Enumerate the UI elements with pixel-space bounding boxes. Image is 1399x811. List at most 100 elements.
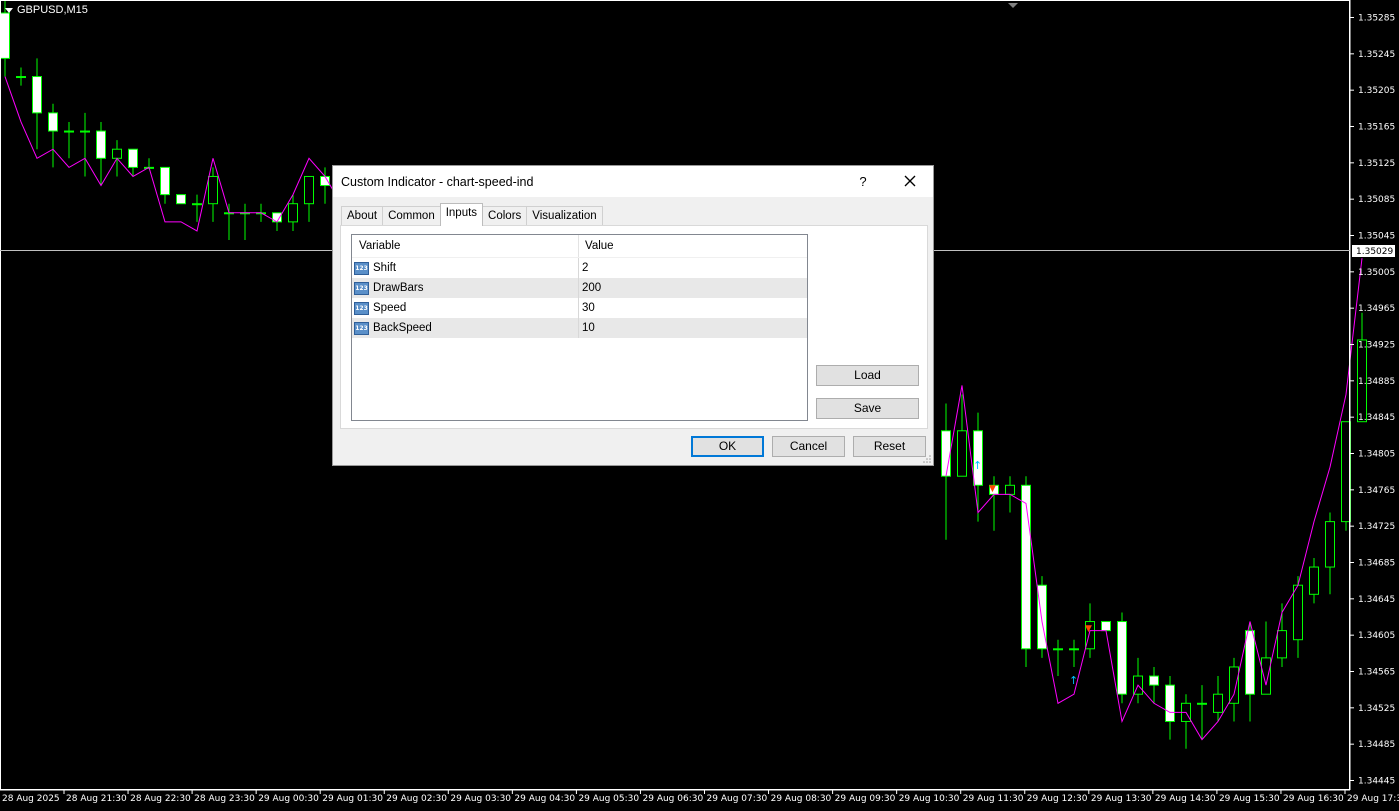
- price-tick-label: 1.35045: [1358, 232, 1395, 242]
- price-tick-label: 1.34765: [1358, 486, 1395, 496]
- tab-visualization[interactable]: Visualization: [526, 206, 603, 226]
- time-tick-label: 29 Aug 06:30: [643, 794, 704, 804]
- table-header: Variable Value: [352, 235, 807, 258]
- table-row[interactable]: 123 Shift 2: [352, 258, 807, 278]
- time-tick-label: 29 Aug 09:30: [835, 794, 896, 804]
- resize-grip-icon[interactable]: [923, 455, 931, 463]
- table-row[interactable]: 123 Speed 30: [352, 298, 807, 318]
- down-arrow-icon: ▼: [989, 484, 996, 494]
- candle-body: [1309, 566, 1319, 595]
- cancel-button[interactable]: Cancel: [772, 436, 845, 457]
- time-tick-label: 28 Aug 22:30: [130, 794, 191, 804]
- time-tick-label: 29 Aug 08:30: [771, 794, 832, 804]
- ok-button[interactable]: OK: [691, 436, 764, 457]
- time-tick-label: 29 Aug 02:30: [386, 794, 447, 804]
- candle-body: [1149, 675, 1159, 686]
- inputs-table: Variable Value 123 Shift 2 123 DrawBars 20…: [351, 234, 808, 421]
- candle-body: [96, 130, 106, 159]
- candle-body: [1245, 630, 1255, 695]
- candle-body: [1229, 666, 1239, 704]
- time-tick-label: 29 Aug 11:30: [963, 794, 1024, 804]
- load-button[interactable]: Load: [816, 365, 919, 386]
- variable-name: Shift: [373, 262, 397, 274]
- price-tick-label: 1.34885: [1358, 377, 1395, 387]
- price-tick-label: 1.35205: [1358, 86, 1395, 96]
- price-tick-label: 1.35285: [1358, 14, 1395, 24]
- time-tick-label: 29 Aug 14:30: [1155, 794, 1216, 804]
- tab-common[interactable]: Common: [382, 206, 441, 226]
- time-tick-label: 29 Aug 13:30: [1091, 794, 1152, 804]
- candle-body: [192, 203, 202, 206]
- dialog-titlebar[interactable]: Custom Indicator - chart-speed-ind ?: [333, 166, 933, 197]
- candle-body: [1021, 484, 1031, 650]
- candle-body: [80, 130, 90, 133]
- time-tick-label: 29 Aug 01:30: [322, 794, 383, 804]
- candle-body: [32, 76, 42, 114]
- column-header-value[interactable]: Value: [579, 235, 807, 257]
- variable-value[interactable]: 2: [582, 262, 588, 274]
- candle-body: [1325, 521, 1335, 568]
- candle-body: [1101, 621, 1111, 632]
- candle-body: [1277, 630, 1287, 659]
- time-tick-label: 29 Aug 07:30: [707, 794, 768, 804]
- column-header-variable[interactable]: Variable: [352, 235, 579, 257]
- time-tick-label: 28 Aug 21:30: [66, 794, 127, 804]
- price-tick-label: 1.34445: [1358, 777, 1395, 787]
- chart-symbol-label[interactable]: GBPUSD,M15: [5, 4, 88, 16]
- price-tick-label: 1.34525: [1358, 704, 1395, 714]
- time-tick-label: 29 Aug 15:30: [1219, 794, 1280, 804]
- candle-body: [941, 430, 951, 477]
- table-row[interactable]: 123 DrawBars 200: [352, 278, 807, 298]
- variable-value[interactable]: 10: [582, 322, 595, 334]
- time-tick-label: 29 Aug 00:30: [258, 794, 319, 804]
- numeric-type-icon: 123: [354, 321, 369, 335]
- candle-body: [1293, 584, 1303, 641]
- candle-body: [0, 12, 10, 59]
- up-arrow-icon: ↑: [973, 459, 982, 472]
- candle-body: [288, 203, 298, 223]
- numeric-type-icon: 123: [354, 281, 369, 295]
- candle-body: [48, 112, 58, 132]
- custom-indicator-dialog: Custom Indicator - chart-speed-ind ? Abo…: [332, 165, 934, 466]
- reset-button[interactable]: Reset: [853, 436, 926, 457]
- time-tick-label: 29 Aug 16:30: [1283, 794, 1344, 804]
- dialog-tabs: About Common Inputs Colors Visualization: [341, 203, 603, 226]
- numeric-type-icon: 123: [354, 301, 369, 315]
- variable-value[interactable]: 200: [582, 282, 601, 294]
- candle-body: [176, 194, 186, 205]
- price-tick-label: 1.35125: [1358, 159, 1395, 169]
- candle-body: [208, 175, 218, 205]
- tab-inputs[interactable]: Inputs: [439, 203, 484, 226]
- price-tick-label: 1.34925: [1358, 341, 1395, 351]
- time-tick-label: 28 Aug 2025: [2, 794, 60, 804]
- time-tick-label: 29 Aug 12:30: [1027, 794, 1088, 804]
- numeric-type-icon: 123: [354, 261, 369, 275]
- time-tick-label: 29 Aug 17:30: [1347, 794, 1399, 804]
- price-tick-label: 1.34605: [1358, 631, 1395, 641]
- variable-name: Speed: [373, 302, 407, 314]
- table-row[interactable]: 123 BackSpeed 10: [352, 318, 807, 338]
- candle-body: [112, 148, 122, 159]
- tab-about[interactable]: About: [341, 206, 384, 226]
- time-tick-label: 29 Aug 03:30: [450, 794, 511, 804]
- candle-body: [1117, 621, 1127, 695]
- price-tick-label: 1.35245: [1358, 50, 1395, 60]
- candle-body: [1197, 702, 1207, 705]
- candle-body: [160, 166, 170, 196]
- variable-name: DrawBars: [373, 282, 424, 294]
- variable-value[interactable]: 30: [582, 302, 595, 314]
- variable-name: BackSpeed: [373, 322, 432, 334]
- save-button[interactable]: Save: [816, 398, 919, 419]
- price-tick-label: 1.34565: [1358, 668, 1395, 678]
- dropdown-triangle-icon[interactable]: [5, 7, 13, 13]
- down-arrow-icon: ▼: [1085, 624, 1092, 634]
- tab-colors[interactable]: Colors: [482, 206, 528, 226]
- price-tick-label: 1.34965: [1358, 304, 1395, 314]
- symbol-text: GBPUSD,M15: [17, 4, 88, 16]
- time-tick-label: 29 Aug 10:30: [899, 794, 960, 804]
- help-button[interactable]: ?: [853, 172, 873, 192]
- price-tick-label: 1.35085: [1358, 195, 1395, 205]
- up-arrow-icon: ↑: [1069, 674, 1078, 687]
- candle-body: [128, 148, 138, 168]
- close-icon[interactable]: [899, 170, 921, 192]
